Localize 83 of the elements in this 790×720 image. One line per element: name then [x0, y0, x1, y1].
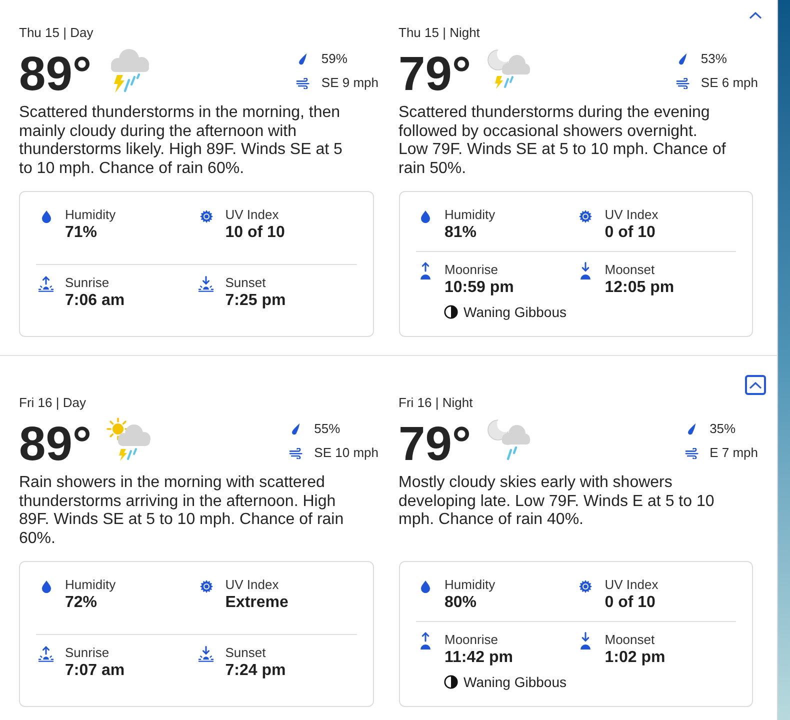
- detail-value: 80%: [444, 593, 477, 613]
- detail-value: 81%: [444, 223, 477, 243]
- detail-value: 7:24 pm: [225, 661, 286, 681]
- raindrop-icon: [291, 423, 300, 435]
- wind-speed: SE 10 mph: [314, 445, 378, 461]
- sun-icon: [579, 210, 592, 223]
- temperature: 79°: [398, 421, 472, 469]
- detail-label: Moonrise: [444, 262, 498, 278]
- precipitation-chance: 55%: [314, 421, 340, 437]
- detail-value: 0 of 10: [604, 223, 656, 243]
- detail-label: Sunset: [225, 275, 266, 291]
- sunset-icon: [198, 276, 214, 292]
- date-heading: Fri 16 | Night: [398, 395, 473, 411]
- detail-label: Moonrise: [444, 632, 498, 648]
- detail-label: Humidity: [65, 577, 116, 593]
- wind-speed: SE 9 mph: [321, 75, 378, 91]
- chevron-up-icon: [749, 12, 762, 18]
- forecast-description: Scattered thunderstorms during the evening followed by occasional showers overnight. Low 79F. Winds SE at 5 to 10 mph. Chance of rain 50%.: [398, 104, 727, 178]
- date-heading: Thu 15 | Day: [19, 25, 94, 41]
- temperature: 89°: [19, 51, 92, 99]
- sun-icon: [579, 580, 592, 593]
- water-drop-icon: [420, 580, 431, 593]
- detail-label: UV Index: [225, 577, 279, 593]
- temperature: 89°: [19, 421, 92, 469]
- temperature: 79°: [398, 51, 472, 99]
- raindrop-icon: [686, 423, 696, 435]
- detail-value: 10 of 10: [225, 223, 285, 243]
- wind-icon: [296, 78, 310, 88]
- wind-speed: SE 6 mph: [700, 75, 758, 91]
- raindrop-icon: [298, 53, 308, 65]
- detail-label: Sunrise: [65, 275, 110, 291]
- water-drop-icon: [420, 210, 431, 223]
- detail-value: 7:07 am: [65, 661, 125, 681]
- detail-value: 11:42 pm: [444, 648, 513, 668]
- detail-label: Moonset: [604, 262, 655, 278]
- sun-icon: [200, 210, 213, 223]
- half-filled-circle-icon: [444, 305, 458, 319]
- half-filled-circle-icon: [444, 675, 458, 689]
- detail-value: 12:05 pm: [604, 278, 674, 298]
- detail-value: Extreme: [225, 593, 288, 613]
- detail-label: UV Index: [604, 577, 658, 593]
- detail-value: 1:02 pm: [604, 648, 666, 668]
- sunrise-icon: [38, 646, 54, 662]
- forecast-description: Mostly cloudy skies early with showers developing late. Low 79F. Winds E at 5 to 10 mph. Chance of rain 40%.: [398, 474, 716, 530]
- detail-label: Humidity: [65, 207, 116, 223]
- sun-icon: [200, 580, 213, 593]
- water-drop-icon: [40, 210, 52, 223]
- chevron-up-icon: [749, 382, 762, 388]
- collapse-button[interactable]: [745, 375, 766, 395]
- detail-value: 7:06 am: [65, 291, 125, 311]
- detail-label: Sunrise: [65, 645, 110, 661]
- wind-icon: [289, 448, 304, 458]
- forecast-description: Scattered thunderstorms in the morning, then mainly cloudy during the afternoon with thunderstorms likely. High 89F. Winds SE at 5 to 10 mph. Chance of rain 60%.: [19, 104, 344, 178]
- detail-value: 0 of 10: [604, 593, 656, 613]
- precipitation-chance: 53%: [700, 51, 727, 67]
- moonset-icon: [580, 632, 592, 650]
- detail-label: Sunset: [225, 645, 266, 661]
- detail-label: Moonset: [604, 632, 655, 648]
- detail-value: 72%: [65, 593, 98, 613]
- wind-icon: [676, 78, 690, 88]
- moonrise-icon: [420, 262, 431, 280]
- sunset-icon: [198, 646, 214, 662]
- wind-icon: [684, 448, 699, 458]
- wind-speed: E 7 mph: [710, 445, 758, 461]
- detail-value: 10:59 pm: [444, 278, 514, 298]
- raindrop-icon: [678, 53, 687, 65]
- date-heading: Thu 15 | Night: [398, 25, 480, 41]
- detail-label: UV Index: [225, 207, 279, 223]
- detail-value: 71%: [65, 223, 98, 243]
- precipitation-chance: 59%: [321, 51, 348, 67]
- date-heading: Fri 16 | Day: [19, 395, 86, 411]
- sunrise-icon: [38, 276, 54, 292]
- water-drop-icon: [40, 580, 52, 593]
- precipitation-chance: 35%: [710, 421, 736, 437]
- detail-label: Humidity: [444, 577, 496, 593]
- moon-phase-label: Waning Gibbous: [464, 673, 566, 691]
- forecast-description: Rain showers in the morning with scattered thunderstorms arriving in the afternoon. High 89F. Winds SE at 5 to 10 mph. Chance of rain 60%.: [19, 474, 345, 548]
- moonset-icon: [580, 262, 592, 280]
- detail-label: UV Index: [604, 207, 658, 223]
- moon-phase-label: Waning Gibbous: [464, 303, 566, 321]
- detail-value: 7:25 pm: [225, 291, 286, 311]
- detail-label: Humidity: [444, 207, 496, 223]
- moonrise-icon: [420, 632, 431, 650]
